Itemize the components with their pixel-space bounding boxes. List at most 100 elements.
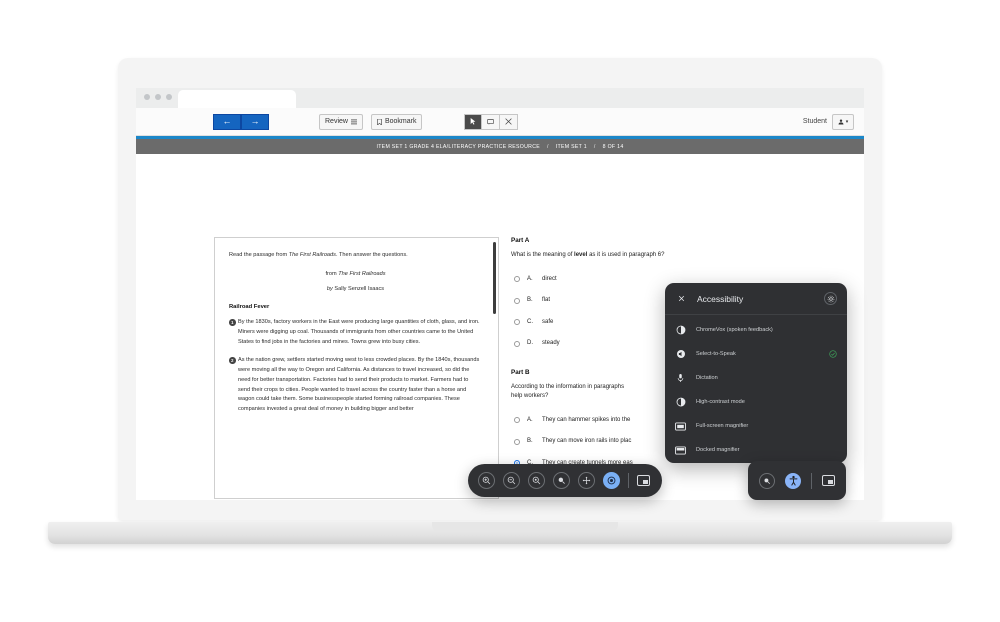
review-button[interactable]: Review bbox=[319, 113, 363, 130]
person-icon bbox=[838, 119, 844, 125]
option-letter: B. bbox=[527, 438, 533, 445]
passage-byline: by Sally Senzell Isaacs bbox=[229, 286, 482, 292]
review-button-label: Review bbox=[325, 118, 348, 125]
navigation-button-group: ← → bbox=[213, 113, 269, 130]
option-letter: C. bbox=[527, 318, 533, 325]
stem-after: as it is used in paragraph 6? bbox=[587, 252, 665, 258]
paragraph-text: By the 1830s, factory workers in the Eas… bbox=[238, 318, 480, 345]
radio-button[interactable] bbox=[514, 417, 520, 424]
radio-button[interactable] bbox=[514, 438, 520, 445]
accessibility-item-label: Docked magnifier bbox=[696, 447, 740, 453]
breadcrumb-separator-2: / bbox=[593, 143, 596, 150]
accessibility-item-fullscreen-magnifier[interactable]: Full-screen magnifier bbox=[665, 414, 847, 438]
option-letter: A. bbox=[527, 416, 533, 423]
breadcrumb: ITEM SET 1 GRADE 4 ELA/LITERACY PRACTICE… bbox=[136, 139, 864, 154]
stem-line-1: According to the information in paragrap… bbox=[511, 383, 625, 390]
accessibility-item-chromevox[interactable]: ChromeVox (spoken feedback) bbox=[665, 318, 847, 342]
option-letter: D. bbox=[527, 340, 533, 347]
source-prefix: from bbox=[325, 270, 339, 277]
screenshot-stage: ← → Review Bookmark Student ▾ ITEM SET 1… bbox=[0, 0, 1000, 622]
accessibility-item-high-contrast[interactable]: High-contrast mode bbox=[665, 390, 847, 414]
paragraph-number: 1 bbox=[229, 319, 236, 326]
window-dot-maximize[interactable] bbox=[166, 94, 172, 100]
student-label: Student bbox=[802, 118, 827, 125]
instruction-text-a: Read the passage from bbox=[229, 252, 289, 258]
speaker-icon bbox=[675, 349, 686, 360]
chevron-down-icon: ▾ bbox=[845, 118, 849, 125]
radio-button[interactable] bbox=[514, 297, 520, 304]
browser-tab[interactable] bbox=[178, 90, 296, 108]
accessibility-panel-title: Accessibility bbox=[697, 293, 744, 304]
answer-option[interactable]: A. direct bbox=[511, 276, 801, 283]
option-text: They can move iron rails into plac bbox=[542, 438, 632, 445]
close-icon[interactable] bbox=[675, 292, 688, 305]
accessibility-person-icon[interactable] bbox=[785, 472, 801, 489]
radio-button[interactable] bbox=[514, 319, 520, 326]
instruction-title: The First Railroads bbox=[288, 252, 336, 258]
part-a-label: Part A bbox=[511, 237, 530, 244]
byline-prefix: by bbox=[326, 285, 333, 292]
screenshot-icon[interactable] bbox=[637, 475, 650, 486]
window-dot-close[interactable] bbox=[144, 94, 150, 100]
note-icon[interactable] bbox=[482, 113, 501, 130]
student-menu[interactable]: Student ▾ bbox=[802, 113, 854, 130]
option-letter: A. bbox=[527, 275, 533, 282]
accessibility-item-select-to-speak[interactable]: Select-to-Speak bbox=[665, 342, 847, 366]
strikethrough-icon[interactable] bbox=[500, 113, 519, 130]
paragraph-text: As the nation grew, settlers started mov… bbox=[238, 356, 480, 413]
pointer-icon[interactable] bbox=[464, 113, 483, 130]
stem-before: What is the meaning of bbox=[511, 252, 575, 258]
breadcrumb-separator-1: / bbox=[547, 143, 549, 150]
passage-scrollbar[interactable] bbox=[493, 240, 496, 498]
zoom-out-icon[interactable] bbox=[503, 472, 520, 489]
magnifier-icon[interactable] bbox=[759, 472, 775, 489]
accessibility-panel-header: Accessibility bbox=[665, 283, 847, 314]
window-dot-minimize[interactable] bbox=[155, 94, 161, 100]
gear-icon[interactable] bbox=[824, 292, 837, 305]
laptop-base-notch bbox=[432, 522, 618, 532]
enabled-check-icon bbox=[829, 350, 837, 358]
byline-author: Sally Senzell Isaacs bbox=[334, 285, 385, 292]
radio-button[interactable] bbox=[514, 340, 520, 347]
magnifier-shape-icon[interactable] bbox=[553, 472, 570, 489]
move-icon[interactable] bbox=[578, 472, 595, 489]
back-button[interactable]: ← bbox=[213, 113, 241, 130]
option-text: flat bbox=[542, 297, 551, 304]
zoom-reset-icon[interactable] bbox=[528, 472, 545, 489]
passage-scrollbar-thumb[interactable] bbox=[493, 242, 496, 314]
forward-button[interactable]: → bbox=[241, 113, 269, 130]
window-controls bbox=[144, 94, 172, 100]
passage-instruction: Read the passage from The First Railroad… bbox=[229, 251, 482, 261]
list-icon bbox=[350, 119, 357, 125]
passage-heading: Railroad Fever bbox=[229, 303, 270, 310]
bookmark-button[interactable]: Bookmark bbox=[370, 113, 423, 130]
breadcrumb-item-set-full[interactable]: ITEM SET 1 GRADE 4 ELA/LITERACY PRACTICE… bbox=[376, 144, 540, 150]
student-dropdown-button[interactable]: ▾ bbox=[832, 113, 854, 130]
system-shelf-tray bbox=[748, 461, 846, 500]
contrast-icon bbox=[675, 397, 686, 408]
option-letter: B. bbox=[527, 297, 533, 304]
accessibility-item-label: ChromeVox (spoken feedback) bbox=[696, 327, 773, 333]
accessibility-item-label: Select-to-Speak bbox=[696, 351, 736, 357]
passage-paragraph: 2 As the nation grew, settlers started m… bbox=[229, 356, 482, 416]
zoom-in-icon[interactable] bbox=[478, 472, 495, 489]
record-icon[interactable] bbox=[603, 472, 620, 489]
accessibility-item-label: Dictation bbox=[696, 375, 718, 381]
stem-line-2: help workers? bbox=[511, 393, 549, 400]
accessibility-item-docked-magnifier[interactable]: Docked magnifier bbox=[665, 438, 847, 462]
paragraph-number: 2 bbox=[229, 357, 236, 364]
accessibility-item-dictation[interactable]: Dictation bbox=[665, 366, 847, 390]
browser-chrome bbox=[136, 88, 864, 108]
shelf-divider bbox=[811, 472, 812, 489]
microphone-icon bbox=[675, 373, 686, 384]
breadcrumb-item-set-short[interactable]: ITEM SET 1 bbox=[556, 144, 587, 150]
bookmark-icon bbox=[377, 118, 382, 125]
accessibility-panel: Accessibility ChromeVox (spoken feedback… bbox=[665, 283, 847, 463]
option-text: safe bbox=[542, 318, 554, 325]
passage-panel: Read the passage from The First Railroad… bbox=[214, 237, 499, 499]
source-title: The First Railroads bbox=[338, 270, 386, 277]
screenshot-icon[interactable] bbox=[822, 475, 835, 486]
radio-button[interactable] bbox=[514, 276, 520, 283]
passage-source: from The First Railroads bbox=[229, 271, 482, 277]
chromevox-icon bbox=[675, 325, 686, 336]
